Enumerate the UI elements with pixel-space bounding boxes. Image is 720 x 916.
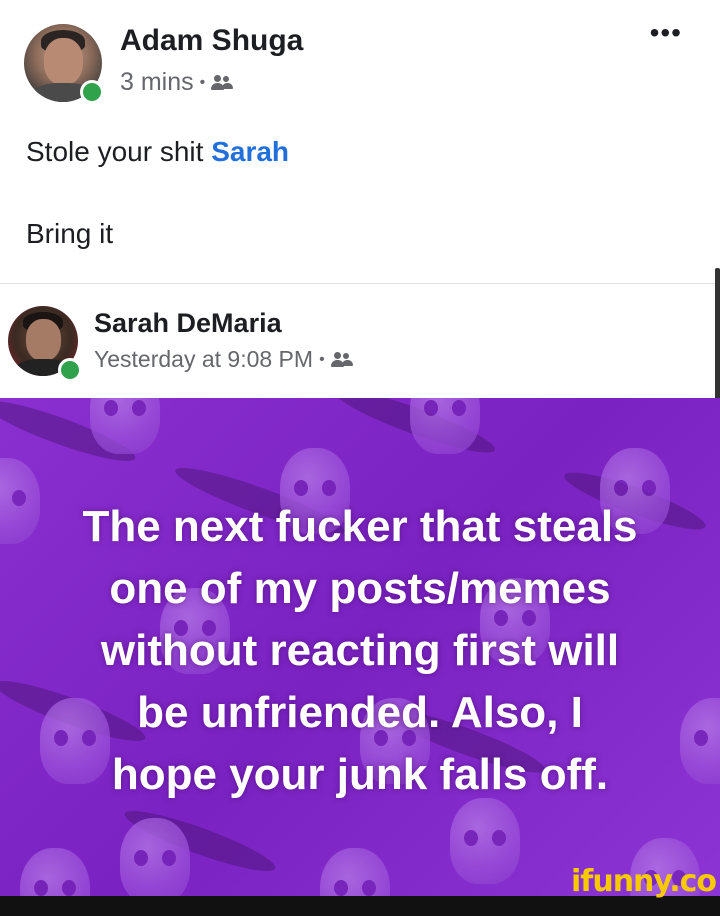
- post-text: Stole your shit: [26, 136, 212, 167]
- skull-decoration: [410, 398, 480, 454]
- meme-image[interactable]: The next fucker that steals one of my po…: [0, 398, 720, 896]
- skull-decoration: [450, 798, 520, 884]
- post-text-line-2: Bring it: [26, 218, 114, 249]
- post-time[interactable]: 3 mins: [120, 68, 194, 97]
- post-text-line-1: Stole your shit Sarah: [26, 136, 289, 168]
- meme-line: without reacting first will: [100, 626, 620, 675]
- meta-separator: •: [319, 350, 325, 368]
- ifunny-watermark: ifunny.co: [571, 864, 717, 899]
- friends-icon: [211, 74, 234, 91]
- meme-line: hope your junk falls off.: [111, 750, 609, 799]
- post-author-name[interactable]: Adam Shuga: [120, 24, 303, 58]
- skull-decoration: [90, 398, 160, 454]
- meme-line: The next fucker that steals: [82, 502, 638, 551]
- divider: [0, 283, 720, 284]
- meta-separator: •: [199, 73, 206, 91]
- post-meta: 3 mins •: [120, 68, 234, 97]
- scrollbar[interactable]: [715, 268, 720, 418]
- skull-decoration: [20, 848, 90, 896]
- more-options-button[interactable]: •••: [650, 19, 682, 47]
- shared-post-time[interactable]: Yesterday at 9:08 PM: [94, 346, 313, 373]
- online-status-dot: [80, 80, 104, 104]
- meme-caption: The next fucker that steals one of my po…: [20, 496, 700, 806]
- friends-icon: [330, 351, 353, 368]
- mention-link[interactable]: Sarah: [211, 136, 289, 167]
- post-header: Adam Shuga 3 mins • •••: [0, 0, 720, 120]
- meme-line: one of my posts/memes: [109, 564, 611, 613]
- skull-decoration: [120, 818, 190, 896]
- footer-bar: [0, 896, 720, 916]
- meme-line: be unfriended. Also, I: [137, 688, 583, 737]
- online-status-dot: [58, 358, 82, 382]
- shared-post-author-name[interactable]: Sarah DeMaria: [94, 308, 282, 339]
- skull-decoration: [320, 848, 390, 896]
- shared-post-meta: Yesterday at 9:08 PM •: [94, 346, 353, 373]
